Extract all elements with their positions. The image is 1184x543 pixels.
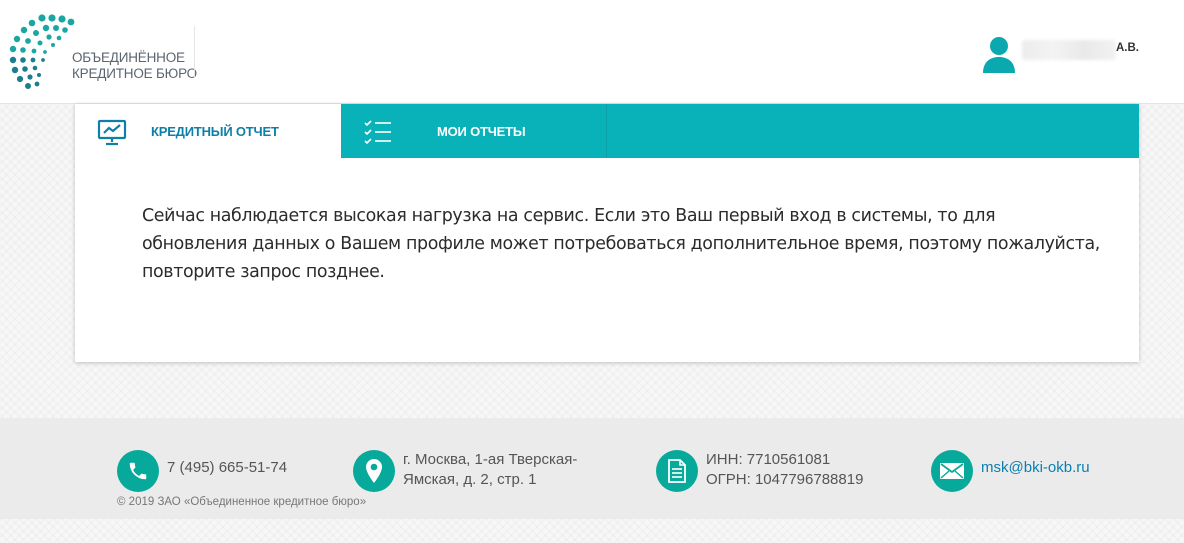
footer-phone-text: 7 (495) 665-51-74 xyxy=(167,459,288,476)
footer-inn: ИНН: 7710561081 xyxy=(706,451,831,468)
footer-requisites-text: ИНН: 7710561081 ОГРН: 1047796788819 xyxy=(706,450,863,490)
footer-email[interactable]: msk@bki-okb.ru xyxy=(931,450,1090,492)
user-initials: А.В. xyxy=(1116,42,1139,54)
logo[interactable]: ОБЪЕДИНЁННОЕ КРЕДИТНОЕ БЮРО xyxy=(8,12,197,90)
header-divider xyxy=(194,26,195,78)
header: ОБЪЕДИНЁННОЕ КРЕДИТНОЕ БЮРО А.В. xyxy=(0,0,1184,104)
footer-requisites: ИНН: 7710561081 ОГРН: 1047796788819 xyxy=(656,450,863,492)
user-icon xyxy=(983,37,1015,73)
copyright: © 2019 ЗАО «Объединенное кредитное бюро» xyxy=(117,496,367,508)
tab-my-reports[interactable]: МОИ ОТЧЕТЫ xyxy=(341,104,607,158)
tab-my-reports-label: МОИ ОТЧЕТЫ xyxy=(437,124,526,139)
footer-email-link[interactable]: msk@bki-okb.ru xyxy=(981,458,1090,478)
envelope-icon xyxy=(931,450,973,492)
logo-text: ОБЪЕДИНЁННОЕ КРЕДИТНОЕ БЮРО xyxy=(72,50,197,82)
footer-address: г. Москва, 1-ая Тверская- Ямская, д. 2, … xyxy=(353,450,577,492)
footer-address-text: г. Москва, 1-ая Тверская- Ямская, д. 2, … xyxy=(403,450,577,490)
footer-address-line-1: г. Москва, 1-ая Тверская- xyxy=(403,451,578,468)
footer-phone[interactable]: 7 (495) 665-51-74 xyxy=(117,450,287,492)
tab-bar: КРЕДИТНЫЙ ОТЧЕТ МОИ ОТЧЕТЫ xyxy=(75,104,1139,158)
user-name-redacted xyxy=(1022,40,1116,60)
main-card: КРЕДИТНЫЙ ОТЧЕТ МОИ ОТЧЕТЫ Сейчас наблюд… xyxy=(75,104,1139,362)
tab-credit-report[interactable]: КРЕДИТНЫЙ ОТЧЕТ xyxy=(75,104,341,158)
chart-presentation-icon xyxy=(97,119,127,146)
logo-line-1: ОБЪЕДИНЁННОЕ xyxy=(72,50,185,65)
footer-ogrn: ОГРН: 1047796788819 xyxy=(706,471,864,488)
tab-credit-report-label: КРЕДИТНЫЙ ОТЧЕТ xyxy=(151,124,279,139)
checklist-icon xyxy=(364,120,391,145)
footer: 7 (495) 665-51-74 г. Москва, 1-ая Тверск… xyxy=(0,418,1184,519)
document-icon xyxy=(656,450,698,492)
footer-address-line-2: Ямская, д. 2, стр. 1 xyxy=(403,471,537,488)
service-load-message: Сейчас наблюдается высокая нагрузка на с… xyxy=(142,206,1100,282)
logo-line-2: КРЕДИТНОЕ БЮРО xyxy=(72,66,197,81)
location-pin-icon xyxy=(353,450,395,492)
logo-dots-icon xyxy=(9,14,75,89)
phone-icon xyxy=(117,450,159,492)
